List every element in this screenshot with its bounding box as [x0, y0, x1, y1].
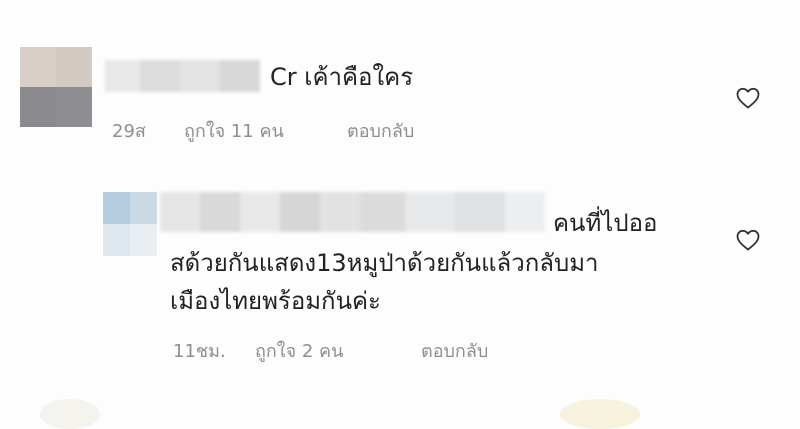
comment-likes-1[interactable]: ถูกใจ 11 คน: [184, 116, 284, 145]
heart-outline-icon[interactable]: [735, 228, 761, 252]
comment-text-2-line2: สด้วยกันแสดง13หมูป่าด้วยกันแล้วกลับมา: [170, 249, 599, 277]
comment-text-2-line1: คนที่ไปออ: [553, 209, 658, 237]
reply-button-1[interactable]: ตอบกลับ: [347, 116, 414, 145]
comment-meta-1: 29ส ถูกใจ 11 คน ตอบกลับ: [112, 116, 512, 142]
cutoff-avatar-decoration: [40, 399, 100, 429]
comment-text-1: Cr เค้าคือใคร: [270, 63, 414, 91]
comment-time-2: 11ชม.: [173, 341, 226, 362]
comment-time-1: 29ส: [112, 121, 146, 142]
commenter-username-1-blurred[interactable]: [105, 60, 260, 92]
commenter-username-2-blurred[interactable]: [160, 192, 545, 232]
commenter-avatar-2[interactable]: [103, 192, 157, 256]
cutoff-emoji-decoration: [560, 399, 640, 429]
comment-likes-2[interactable]: ถูกใจ 2 คน: [255, 336, 343, 365]
comment-text-2-line3: เมืองไทยพร้อมกันค่ะ: [170, 287, 381, 315]
comment-2: คนที่ไปออ สด้วยกันแสดง13หมูป่าด้วยกันแล้…: [0, 170, 800, 423]
commenter-avatar-1[interactable]: [20, 47, 92, 127]
comment-meta-2: 11ชม. ถูกใจ 2 คน ตอบกลับ: [173, 336, 573, 362]
heart-outline-icon[interactable]: [735, 86, 761, 110]
reply-button-2[interactable]: ตอบกลับ: [421, 336, 488, 365]
comment-1: Cr เค้าคือใคร 29ส ถูกใจ 11 คน ตอบกลับ: [0, 0, 800, 170]
